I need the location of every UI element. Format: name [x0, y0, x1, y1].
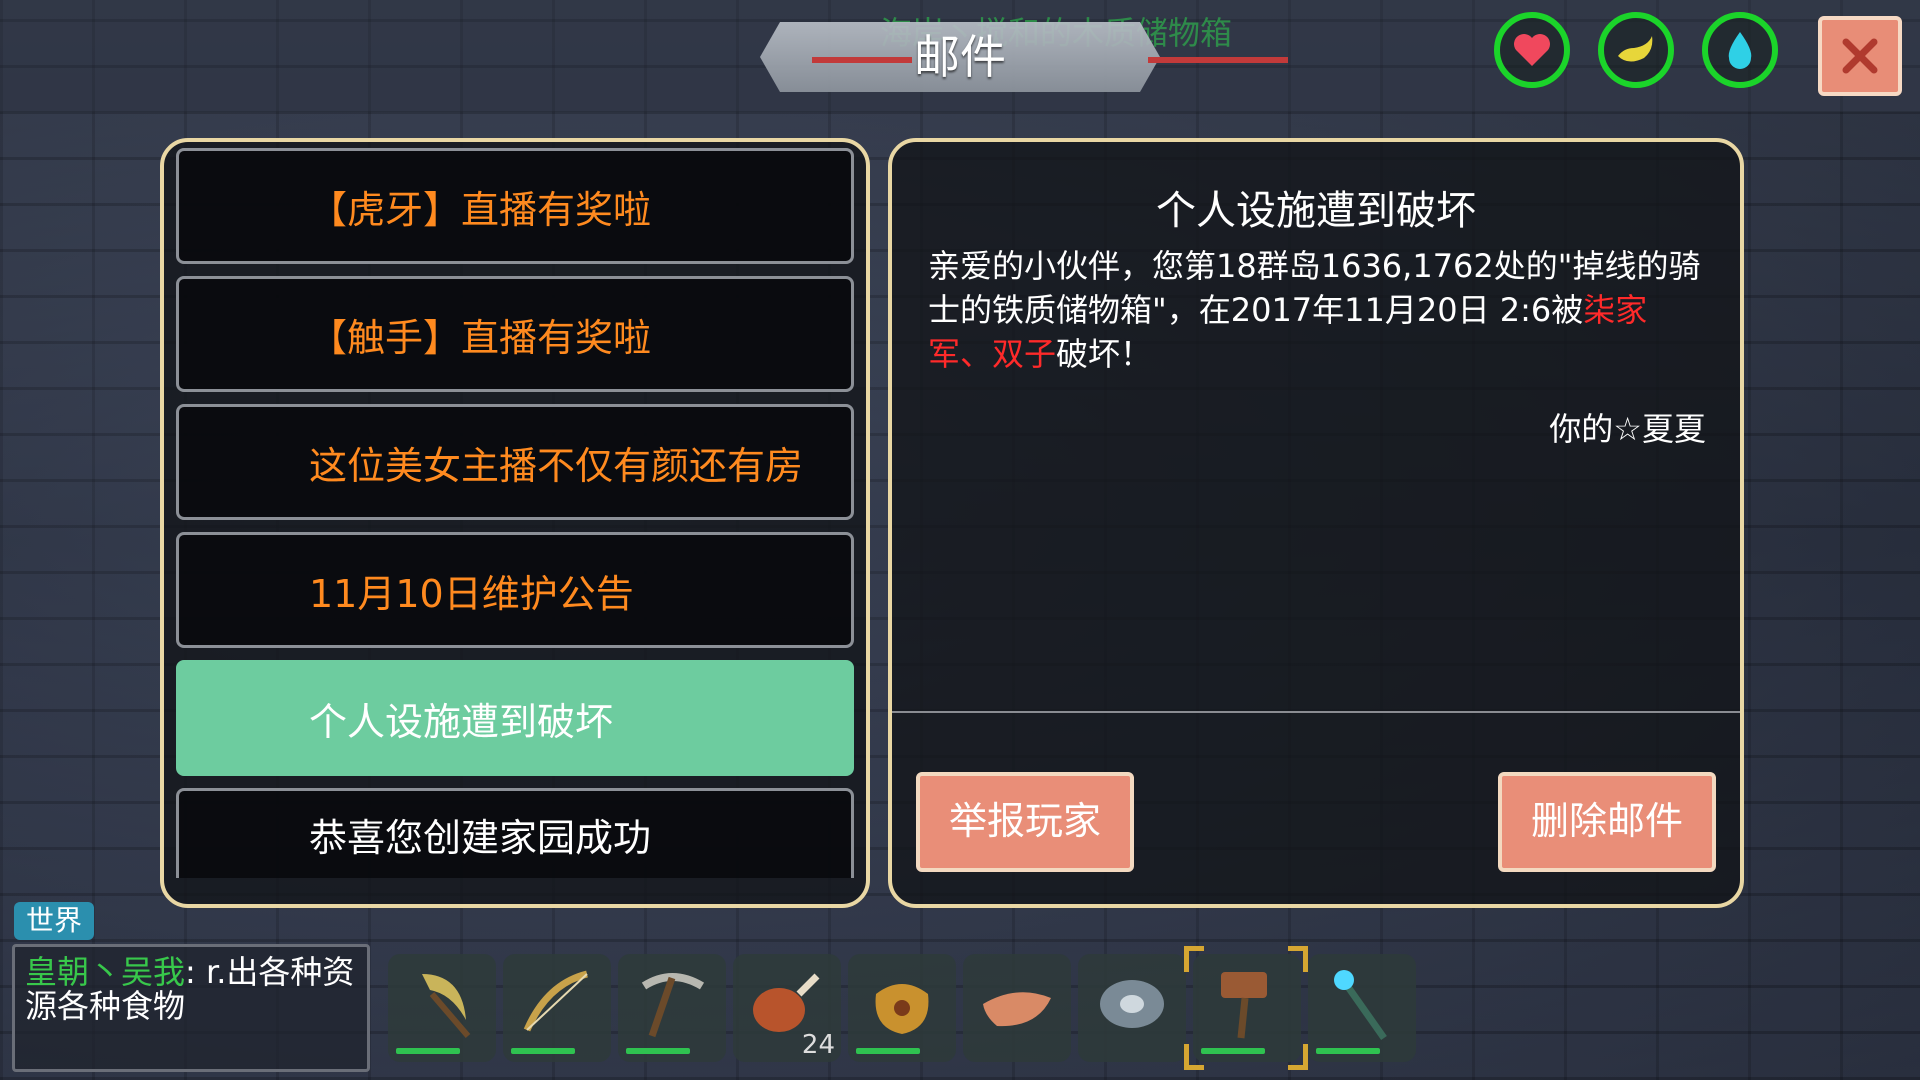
attacker-name: 双子: [992, 335, 1057, 373]
divider: [892, 711, 1740, 713]
hotbar-slot[interactable]: [388, 954, 496, 1062]
pickaxe-icon: [641, 973, 705, 1038]
water-pouch-icon: [875, 984, 929, 1034]
heart-icon: [1514, 34, 1550, 66]
chat-box[interactable]: 皇朝丶吴我: r.出各种资源各种食物: [12, 944, 370, 1072]
hunger-indicator[interactable]: [1598, 12, 1674, 88]
selection-bracket: [1184, 1044, 1204, 1070]
delete-mail-button[interactable]: 删除邮件: [1498, 772, 1716, 872]
durability-bar: [856, 1048, 920, 1054]
page-title: 邮件: [914, 30, 1006, 84]
mail-item-label: 这位美女主播不仅有颜还有房: [309, 443, 804, 488]
mail-detail-title: 个人设施遭到破坏: [1156, 188, 1476, 234]
thirst-indicator[interactable]: [1702, 12, 1778, 88]
leaf-boat-icon: [983, 992, 1051, 1027]
durability-bar: [1316, 1048, 1380, 1054]
mail-item[interactable]: 【触手】直播有奖啦: [176, 276, 854, 392]
hotbar-slot[interactable]: [1308, 954, 1416, 1062]
mail-item-label: 【虎牙】直播有奖啦: [309, 187, 652, 232]
bow-icon: [523, 970, 588, 1032]
hotbar-slot[interactable]: [1078, 954, 1186, 1062]
hammer-icon: [1221, 972, 1267, 1039]
water-drop-icon: [1728, 32, 1752, 69]
report-player-button[interactable]: 举报玩家: [916, 772, 1134, 872]
mail-detail-body: 亲爱的小伙伴，您第18群岛1636,1762处的"掉线的骑士的铁质储物箱"，在2…: [928, 244, 1706, 376]
selection-bracket: [1288, 1044, 1308, 1070]
shield-icon: [1100, 980, 1164, 1028]
durability-bar: [396, 1048, 460, 1054]
hotbar-slot[interactable]: 24: [733, 954, 841, 1062]
stamina-icon: [1618, 36, 1653, 62]
magic-staff-icon: [1334, 970, 1387, 1041]
chat-sender-name: 皇朝丶吴我: [25, 953, 186, 991]
mail-signature: 你的☆夏夏: [1549, 410, 1706, 448]
name-separator: 、: [960, 335, 993, 373]
scythe-icon: [422, 974, 471, 1038]
mail-item-label: 恭喜您创建家园成功: [309, 816, 652, 860]
hotbar-slot[interactable]: [848, 954, 956, 1062]
mail-item[interactable]: 恭喜您创建家园成功: [176, 788, 854, 878]
mail-item-label: 【触手】直播有奖啦: [309, 315, 652, 360]
health-indicator[interactable]: [1494, 12, 1570, 88]
hotbar-slot[interactable]: [963, 954, 1071, 1062]
durability-bar: [1201, 1048, 1265, 1054]
mail-item[interactable]: 这位美女主播不仅有颜还有房: [176, 404, 854, 520]
mail-item-selected[interactable]: 个人设施遭到破坏: [176, 660, 854, 776]
title-accent-line: [1148, 57, 1288, 63]
mail-body-text: 破坏！: [1056, 335, 1153, 373]
durability-bar: [626, 1048, 690, 1054]
durability-bar: [511, 1048, 575, 1054]
hotbar-slot[interactable]: [503, 954, 611, 1062]
selection-bracket: [1184, 946, 1204, 972]
mail-item-label: 11月10日维护公告: [309, 571, 634, 616]
mail-item[interactable]: 【虎牙】直播有奖啦: [176, 148, 854, 264]
item-count: 24: [801, 1030, 835, 1060]
mail-item-label: 个人设施遭到破坏: [309, 699, 614, 744]
close-button[interactable]: [1818, 16, 1902, 96]
hotbar-slot-selected[interactable]: [1193, 954, 1301, 1062]
selection-bracket: [1288, 946, 1308, 972]
mail-item[interactable]: 11月10日维护公告: [176, 532, 854, 648]
chat-channel-tab[interactable]: 世界: [14, 902, 94, 940]
close-icon: [1842, 38, 1878, 74]
hotbar-slot[interactable]: [618, 954, 726, 1062]
